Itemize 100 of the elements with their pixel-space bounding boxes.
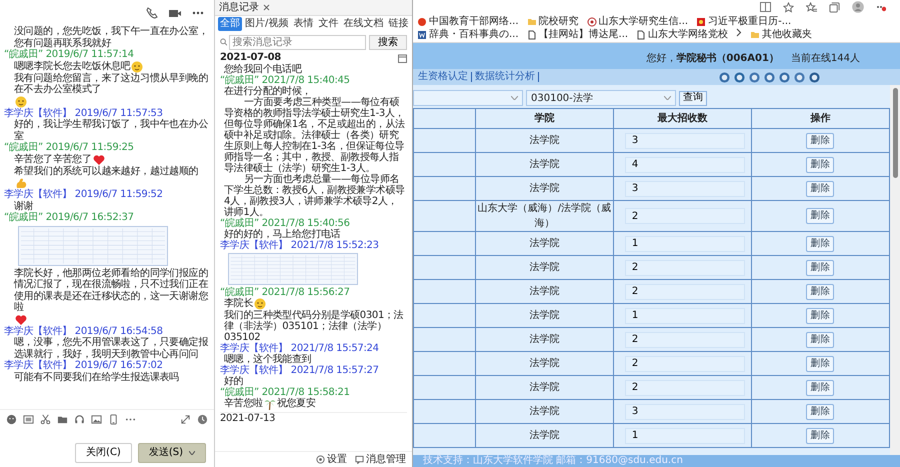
table-cell: 法学院 bbox=[475, 304, 614, 328]
delete-button[interactable]: 删除 bbox=[806, 380, 834, 396]
round-nav-icon[interactable] bbox=[794, 72, 805, 82]
scissors-icon[interactable] bbox=[40, 414, 51, 425]
table-cell: 法学院 bbox=[475, 232, 614, 256]
table-cell: 法学院 bbox=[475, 280, 614, 304]
video-call-icon[interactable] bbox=[168, 8, 182, 18]
star-icon[interactable] bbox=[783, 2, 794, 12]
filter-tab[interactable]: 表情 bbox=[291, 17, 316, 31]
settings-button[interactable]: 设置 bbox=[316, 452, 347, 467]
delete-button[interactable]: 删除 bbox=[806, 356, 834, 372]
bookmark[interactable]: 山东大学研究生信... bbox=[586, 15, 688, 28]
scrollbar[interactable] bbox=[890, 85, 900, 455]
manage-button[interactable]: 消息管理 bbox=[355, 452, 406, 467]
delete-button[interactable]: 删除 bbox=[806, 132, 834, 148]
table-cell: 山东大学（威海）/法学院（威海） bbox=[475, 200, 614, 232]
expand-icon[interactable] bbox=[180, 414, 191, 425]
delete-button[interactable]: 删除 bbox=[806, 236, 834, 252]
smiley-icon bbox=[254, 298, 266, 310]
message-header: “皖戚田” 2021/7/8 15:56:27 bbox=[220, 287, 351, 298]
filter-tab[interactable]: 全部 bbox=[218, 17, 242, 31]
program-select[interactable]: 030100-法学 bbox=[526, 90, 676, 106]
message-text: 辛苦您啦 bbox=[224, 398, 263, 409]
screenshot-thumbnail[interactable] bbox=[18, 226, 168, 266]
column-header: 操作 bbox=[751, 108, 890, 128]
round-nav-icon[interactable] bbox=[734, 72, 745, 82]
message-header: 李学庆【软件】 2021/7/8 15:52:23 bbox=[220, 240, 380, 251]
max-count-field[interactable]: 2 bbox=[624, 284, 746, 300]
max-count-field[interactable]: 4 bbox=[624, 156, 746, 172]
round-nav-icon[interactable] bbox=[779, 72, 790, 82]
send-button[interactable]: 发送(S) bbox=[138, 443, 206, 463]
phone-icon[interactable] bbox=[146, 7, 158, 19]
caret-icon bbox=[664, 96, 671, 100]
caret-icon[interactable] bbox=[189, 451, 195, 455]
seal-icon bbox=[586, 16, 597, 26]
filter-tab[interactable]: 图片/视频 bbox=[243, 17, 290, 31]
delete-button[interactable]: 删除 bbox=[806, 180, 834, 196]
nav-link[interactable]: 生资格认定 bbox=[415, 72, 472, 82]
delete-button[interactable]: 删除 bbox=[806, 260, 834, 276]
round-nav-icon[interactable] bbox=[749, 72, 760, 82]
max-count-field[interactable]: 2 bbox=[624, 260, 746, 276]
message-text: 嗯嗯，这个我能查到 bbox=[224, 354, 312, 365]
screenshot-icon[interactable] bbox=[23, 414, 34, 425]
split-view-icon[interactable] bbox=[760, 2, 771, 12]
clock-icon[interactable] bbox=[197, 414, 208, 425]
profile-icon[interactable] bbox=[852, 1, 864, 13]
delete-button[interactable]: 删除 bbox=[806, 284, 834, 300]
message-header: “皖戚田” 2021/7/8 15:40:56 bbox=[220, 218, 351, 229]
device-icon[interactable] bbox=[108, 414, 119, 425]
message-header: “皖戚田” 2019/6/7 11:59:25 bbox=[4, 142, 135, 154]
panel-tab[interactable]: 消息记录 bbox=[219, 0, 259, 15]
max-count-field[interactable]: 2 bbox=[624, 208, 746, 224]
max-count-field[interactable]: 1 bbox=[624, 428, 746, 444]
smiley-icon[interactable] bbox=[6, 414, 17, 425]
delete-button[interactable]: 删除 bbox=[806, 428, 834, 444]
screenshot-thumbnail[interactable] bbox=[228, 253, 358, 285]
bookmark[interactable]: 中国教育干部网络... bbox=[417, 15, 519, 28]
folder-icon[interactable] bbox=[57, 414, 68, 425]
caret-icon bbox=[511, 96, 518, 100]
calendar-icon[interactable] bbox=[398, 54, 407, 62]
headphones-icon[interactable] bbox=[74, 414, 85, 425]
max-count-field[interactable]: 3 bbox=[624, 404, 746, 420]
bookmark[interactable]: 习近平极重日历-... bbox=[696, 15, 792, 28]
filter-tab[interactable]: 在线文档 bbox=[341, 17, 386, 31]
close-icon[interactable] bbox=[263, 4, 270, 11]
favorites-icon[interactable] bbox=[806, 2, 817, 12]
max-count-field[interactable]: 2 bbox=[624, 380, 746, 396]
delete-button[interactable]: 删除 bbox=[806, 404, 834, 420]
round-nav-icon[interactable] bbox=[764, 72, 775, 82]
bookmark[interactable]: 院校研究 bbox=[526, 15, 579, 28]
max-count-field[interactable]: 1 bbox=[624, 236, 746, 252]
bookmark[interactable]: 山东大学网络党校 bbox=[636, 28, 728, 41]
filter-tab[interactable]: 链接 bbox=[386, 17, 410, 31]
max-count-field[interactable]: 2 bbox=[624, 332, 746, 348]
collections-icon[interactable] bbox=[829, 2, 840, 12]
bookmark[interactable]: 辞典・百科事典の... bbox=[417, 28, 519, 41]
close-button[interactable]: 关闭(C) bbox=[75, 443, 132, 463]
search-button[interactable]: 搜索 bbox=[369, 34, 407, 50]
image-icon[interactable] bbox=[91, 414, 102, 425]
folder-icon bbox=[750, 30, 760, 40]
bookmark[interactable]: 其他收藏夹 bbox=[750, 28, 812, 41]
max-count-field[interactable]: 1 bbox=[624, 308, 746, 324]
filter-tab[interactable]: 文件 bbox=[316, 17, 340, 31]
delete-button[interactable]: 删除 bbox=[806, 332, 834, 348]
bookmark[interactable]: 【挂网站】博达尾... bbox=[526, 28, 628, 41]
delete-button[interactable]: 删除 bbox=[806, 208, 834, 224]
nav-link[interactable]: 数据统计分析 bbox=[472, 72, 539, 82]
select-field[interactable] bbox=[413, 90, 523, 106]
max-count-field[interactable]: 2 bbox=[624, 356, 746, 372]
query-button[interactable]: 查询 bbox=[679, 90, 707, 106]
round-nav-icon[interactable] bbox=[719, 72, 730, 82]
delete-button[interactable]: 删除 bbox=[806, 156, 834, 172]
chevron-icon[interactable] bbox=[736, 28, 742, 37]
more-icon[interactable] bbox=[192, 11, 204, 15]
round-nav-icon[interactable] bbox=[809, 72, 820, 82]
max-count-field[interactable]: 3 bbox=[624, 180, 746, 196]
delete-button[interactable]: 删除 bbox=[806, 308, 834, 324]
search-field[interactable]: 搜索消息记录 bbox=[229, 34, 366, 50]
table-cell: 法学院 bbox=[475, 256, 614, 280]
max-count-field[interactable]: 3 bbox=[624, 132, 746, 148]
